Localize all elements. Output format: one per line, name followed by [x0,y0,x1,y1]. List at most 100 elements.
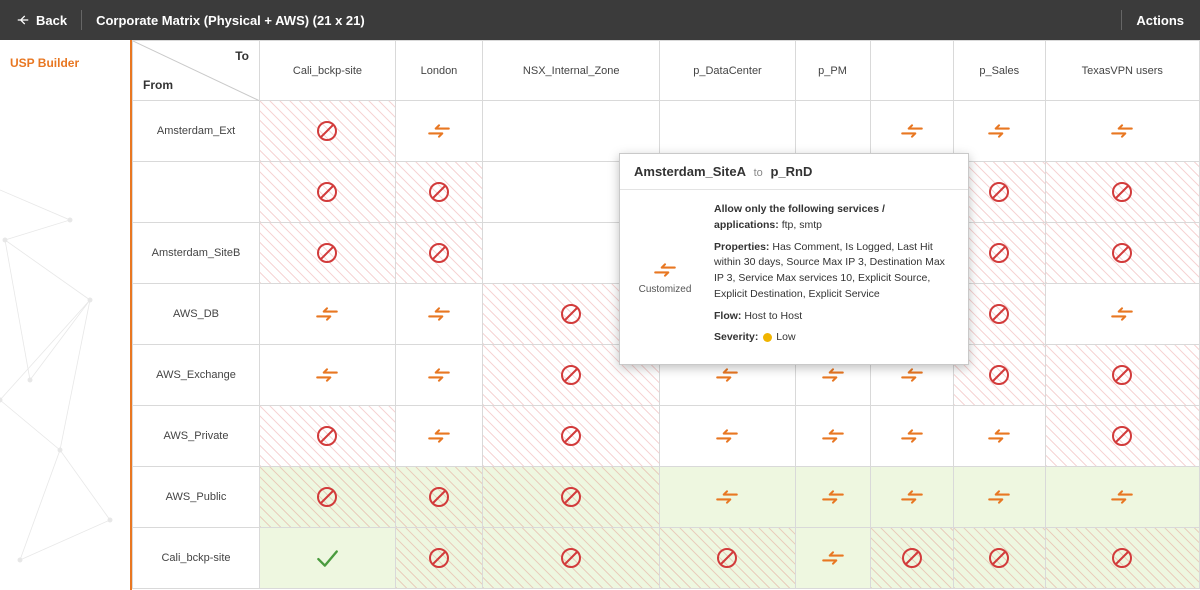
matrix-cell[interactable] [870,528,953,589]
deny-icon [315,485,339,509]
deny-icon [559,363,583,387]
matrix-cell[interactable] [395,345,482,406]
swap-icon [820,426,846,446]
row-header[interactable]: AWS_Public [133,467,260,528]
matrix-cell[interactable] [953,528,1045,589]
matrix-cell[interactable] [395,284,482,345]
matrix-cell[interactable] [260,467,396,528]
cell-tooltip: Amsterdam_SiteA to p_RnD Customized Allo… [619,153,969,365]
col-header[interactable]: p_PM [795,41,870,101]
col-header[interactable]: London [395,41,482,101]
matrix-cell[interactable] [395,162,482,223]
swap-icon [714,426,740,446]
matrix-cell[interactable] [660,467,795,528]
page-title: Corporate Matrix (Physical + AWS) (21 x … [96,13,365,28]
row-header[interactable]: Amsterdam_SiteB [133,223,260,284]
actions-menu[interactable]: Actions [1136,13,1184,28]
matrix-cell[interactable] [660,406,795,467]
matrix-cell[interactable] [483,406,660,467]
matrix-cell[interactable] [395,223,482,284]
swap-icon [314,304,340,324]
swap-icon [714,487,740,507]
swap-icon [899,365,925,385]
col-header[interactable]: Cali_bckp-site [260,41,396,101]
matrix-cell[interactable] [660,528,795,589]
matrix-cell[interactable] [795,467,870,528]
tooltip-to: p_RnD [770,164,812,179]
col-header[interactable]: p_Sales [953,41,1045,101]
matrix-cell[interactable] [953,406,1045,467]
col-header[interactable]: p_RnD [870,41,953,101]
matrix-cell[interactable] [1045,406,1199,467]
swap-icon [714,365,740,385]
swap-icon [820,548,846,568]
deny-icon [715,546,739,570]
corner-cell: ToFrom [133,41,260,101]
matrix-cell[interactable] [1045,345,1199,406]
matrix-cell[interactable] [1045,101,1199,162]
divider [1121,10,1122,30]
matrix-cell[interactable] [795,406,870,467]
swap-icon [899,487,925,507]
back-button[interactable]: Back [16,13,67,28]
swap-icon [314,365,340,385]
sidebar-label[interactable]: USP Builder [10,56,120,70]
deny-icon [427,485,451,509]
matrix-cell[interactable] [1045,284,1199,345]
matrix-cell[interactable] [260,101,396,162]
matrix-cell[interactable] [483,467,660,528]
deny-icon [559,485,583,509]
matrix-cell[interactable] [953,467,1045,528]
matrix-cell[interactable] [395,467,482,528]
matrix-cell[interactable] [870,406,953,467]
matrix-cell[interactable] [395,406,482,467]
row-header[interactable]: Amsterdam_SiteA [133,162,260,223]
tooltip-sev-value: Low [776,331,795,343]
deny-icon [900,546,924,570]
matrix-cell[interactable] [260,223,396,284]
tooltip-flow-label: Flow: [714,310,741,322]
col-header[interactable]: p_DataCenter [660,41,795,101]
from-label: From [143,78,173,92]
row-header[interactable]: AWS_DB [133,284,260,345]
matrix-cell[interactable] [395,528,482,589]
deny-icon [987,546,1011,570]
deny-icon [1110,241,1134,265]
matrix-cell[interactable] [1045,162,1199,223]
col-header[interactable]: TexasVPN users [1045,41,1199,101]
swap-icon [986,121,1012,141]
sidebar: USP Builder [0,40,130,590]
deny-icon [1110,363,1134,387]
matrix-cell[interactable] [260,284,396,345]
row-header[interactable]: AWS_Exchange [133,345,260,406]
row-header[interactable]: Cali_bckp-site [133,528,260,589]
tooltip-details: Allow only the following services / appl… [710,190,968,364]
matrix-cell[interactable] [483,528,660,589]
tooltip-icon-col: Customized [620,190,710,364]
deny-icon [315,424,339,448]
matrix-cell[interactable] [260,406,396,467]
swap-icon [1109,487,1135,507]
matrix-cell[interactable] [795,528,870,589]
deny-icon [1110,180,1134,204]
matrix-cell[interactable] [870,467,953,528]
deny-icon [315,241,339,265]
arrow-left-icon [16,13,30,27]
swap-icon [426,121,452,141]
matrix-cell[interactable] [260,528,396,589]
row-header[interactable]: Amsterdam_Ext [133,101,260,162]
matrix-cell[interactable] [395,101,482,162]
matrix-cell[interactable] [260,345,396,406]
matrix-cell[interactable] [1045,528,1199,589]
swap-icon [899,426,925,446]
deny-icon [559,424,583,448]
swap-icon [1109,121,1135,141]
col-header[interactable]: NSX_Internal_Zone [483,41,660,101]
swap-icon [820,487,846,507]
deny-icon [987,302,1011,326]
matrix-cell[interactable] [260,162,396,223]
matrix-cell[interactable] [1045,467,1199,528]
swap-icon [820,365,846,385]
matrix-cell[interactable] [1045,223,1199,284]
row-header[interactable]: AWS_Private [133,406,260,467]
